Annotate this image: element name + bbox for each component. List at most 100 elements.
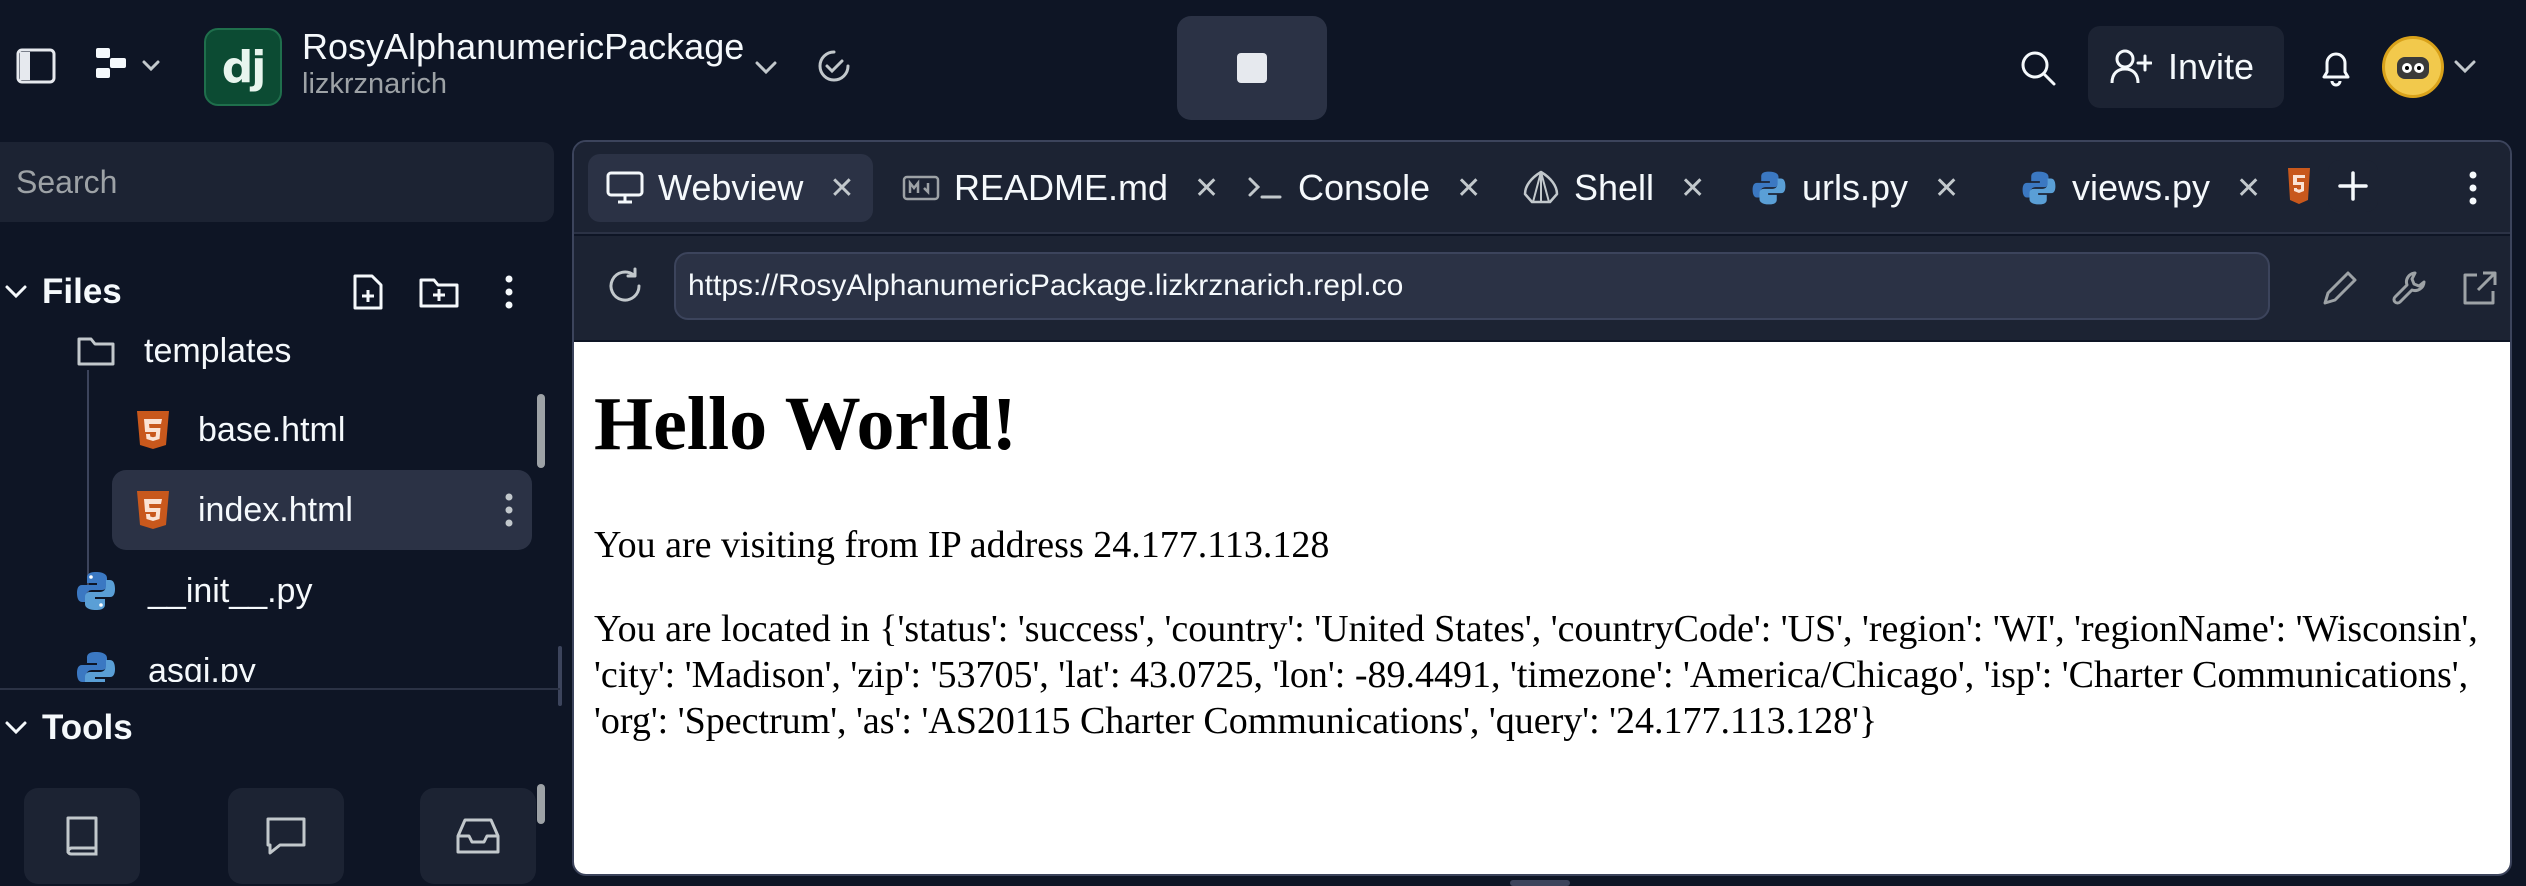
sidebar-resize-handle[interactable] — [558, 646, 562, 706]
project-logo[interactable]: dj — [204, 28, 282, 106]
sidebar-toggle-icon — [16, 48, 56, 84]
tab-webview[interactable]: Webview ✕ — [588, 154, 873, 222]
webview-content[interactable]: Hello World! You are visiting from IP ad… — [574, 342, 2510, 874]
files-section-header[interactable]: Files — [4, 272, 122, 312]
tab-readme[interactable]: README.md ✕ — [884, 154, 1237, 222]
docs-tool-button[interactable] — [24, 788, 140, 884]
more-vertical-icon — [2469, 171, 2477, 205]
search-input[interactable]: Search — [0, 142, 554, 222]
workspace-pane: Webview ✕ README.md ✕ Console ✕ Shell ✕ … — [572, 140, 2512, 876]
files-section-label: Files — [42, 272, 122, 311]
tab-shell[interactable]: Shell ✕ — [1504, 154, 1723, 222]
tab-label: Webview — [658, 167, 804, 208]
new-folder-icon — [419, 278, 459, 308]
file-tree-scrollbar[interactable] — [537, 394, 545, 468]
python-icon — [77, 652, 115, 682]
inbox-icon — [456, 818, 500, 854]
chat-tool-button[interactable] — [228, 788, 344, 884]
notifications-button[interactable] — [2310, 42, 2362, 94]
monitor-icon — [606, 171, 644, 204]
stop-icon — [1237, 53, 1267, 83]
reload-icon — [609, 267, 641, 302]
cloud-check-icon — [818, 50, 850, 82]
python-icon — [77, 572, 115, 610]
chat-icon — [266, 817, 306, 855]
tab-bar: Webview ✕ README.md ✕ Console ✕ Shell ✕ … — [574, 142, 2510, 234]
project-dropdown-button[interactable] — [748, 50, 784, 86]
tree-item-label: templates — [144, 331, 292, 370]
tree-item-label: index.html — [198, 490, 353, 529]
chevron-down-icon — [5, 285, 27, 299]
tree-item-init-py[interactable]: __init__.py — [74, 552, 312, 630]
close-icon[interactable]: ✕ — [1934, 171, 1959, 206]
tools-section-header[interactable]: Tools — [4, 708, 133, 748]
close-icon[interactable]: ✕ — [2236, 171, 2261, 206]
url-input[interactable]: https://RosyAlphanumericPackage.lizkrzna… — [674, 252, 2270, 320]
account-dropdown-button[interactable] — [2450, 52, 2480, 82]
user-avatar-icon — [2397, 57, 2429, 79]
folder-icon — [77, 337, 115, 366]
add-user-icon — [2110, 49, 2152, 84]
section-divider — [0, 688, 560, 690]
files-more-button[interactable] — [494, 268, 524, 316]
tab-console[interactable]: Console ✕ — [1228, 154, 1499, 222]
tools-section-label: Tools — [42, 708, 133, 747]
tab-label: README.md — [954, 167, 1169, 208]
python-icon — [2022, 171, 2056, 205]
deployment-status-button[interactable] — [812, 44, 856, 88]
file-tree: templates base.html index.html __init__.… — [0, 330, 560, 682]
pencil-icon — [2323, 271, 2357, 305]
open-new-tab-button[interactable] — [2456, 264, 2504, 312]
shell-icon — [1523, 170, 1559, 204]
reload-button[interactable] — [600, 258, 650, 314]
project-name[interactable]: RosyAlphanumericPackage — [302, 26, 744, 68]
tree-item-base-html[interactable]: base.html — [112, 390, 345, 470]
invite-button[interactable]: Invite — [2088, 26, 2284, 108]
plus-icon — [2338, 171, 2368, 201]
new-file-button[interactable] — [346, 268, 390, 316]
bell-icon — [2322, 52, 2350, 87]
tab-urls-py[interactable]: urls.py ✕ — [1732, 154, 1977, 222]
tree-item-asgi-py[interactable]: asgi.py — [74, 632, 256, 682]
tree-item-index-html[interactable]: index.html — [112, 470, 532, 550]
close-icon[interactable]: ✕ — [1680, 171, 1705, 206]
stop-button[interactable] — [1177, 16, 1327, 120]
pane-more-button[interactable] — [2458, 164, 2488, 212]
search-button[interactable] — [2012, 42, 2064, 94]
close-icon[interactable]: ✕ — [1456, 171, 1481, 206]
more-vertical-icon[interactable] — [504, 492, 514, 528]
book-icon — [66, 816, 98, 856]
workspace-menu-button[interactable] — [88, 36, 172, 96]
page-heading: Hello World! — [594, 382, 1017, 466]
avatar[interactable] — [2382, 36, 2444, 98]
new-file-icon — [353, 274, 383, 310]
html5-icon — [137, 411, 169, 449]
tab-overflow-html[interactable] — [2286, 166, 2312, 206]
pane-resize-handle[interactable] — [1510, 880, 1570, 886]
webview-toolbar: https://RosyAlphanumericPackage.lizkrzna… — [574, 236, 2510, 340]
tree-item-label: __init__.py — [148, 571, 313, 610]
search-icon — [2021, 51, 2056, 86]
inbox-tool-button[interactable] — [420, 788, 536, 884]
chevron-down-icon — [5, 721, 27, 735]
close-icon[interactable]: ✕ — [829, 171, 854, 206]
edit-url-button[interactable] — [2316, 264, 2364, 312]
chevron-down-icon — [2454, 60, 2476, 74]
tree-item-label: asgi.py — [148, 651, 256, 683]
sidebar-toggle-button[interactable] — [6, 36, 66, 96]
external-link-icon — [2463, 271, 2497, 305]
invite-label: Invite — [2168, 46, 2255, 87]
tab-views-py[interactable]: views.py ✕ — [2002, 154, 2279, 222]
devtools-button[interactable] — [2386, 264, 2434, 312]
close-icon[interactable]: ✕ — [1194, 171, 1219, 206]
wrench-icon — [2392, 271, 2426, 305]
project-owner[interactable]: lizkrznarich — [302, 68, 447, 101]
tab-label: urls.py — [1802, 167, 1909, 208]
project-logo-text: dj — [221, 41, 267, 93]
tools-scrollbar[interactable] — [537, 784, 545, 824]
new-tab-button[interactable] — [2328, 160, 2378, 212]
tree-item-templates[interactable]: templates — [76, 330, 291, 372]
ip-address-text: You are visiting from IP address 24.177.… — [594, 524, 1330, 566]
new-folder-button[interactable] — [414, 270, 464, 314]
tab-label: Shell — [1574, 167, 1655, 208]
